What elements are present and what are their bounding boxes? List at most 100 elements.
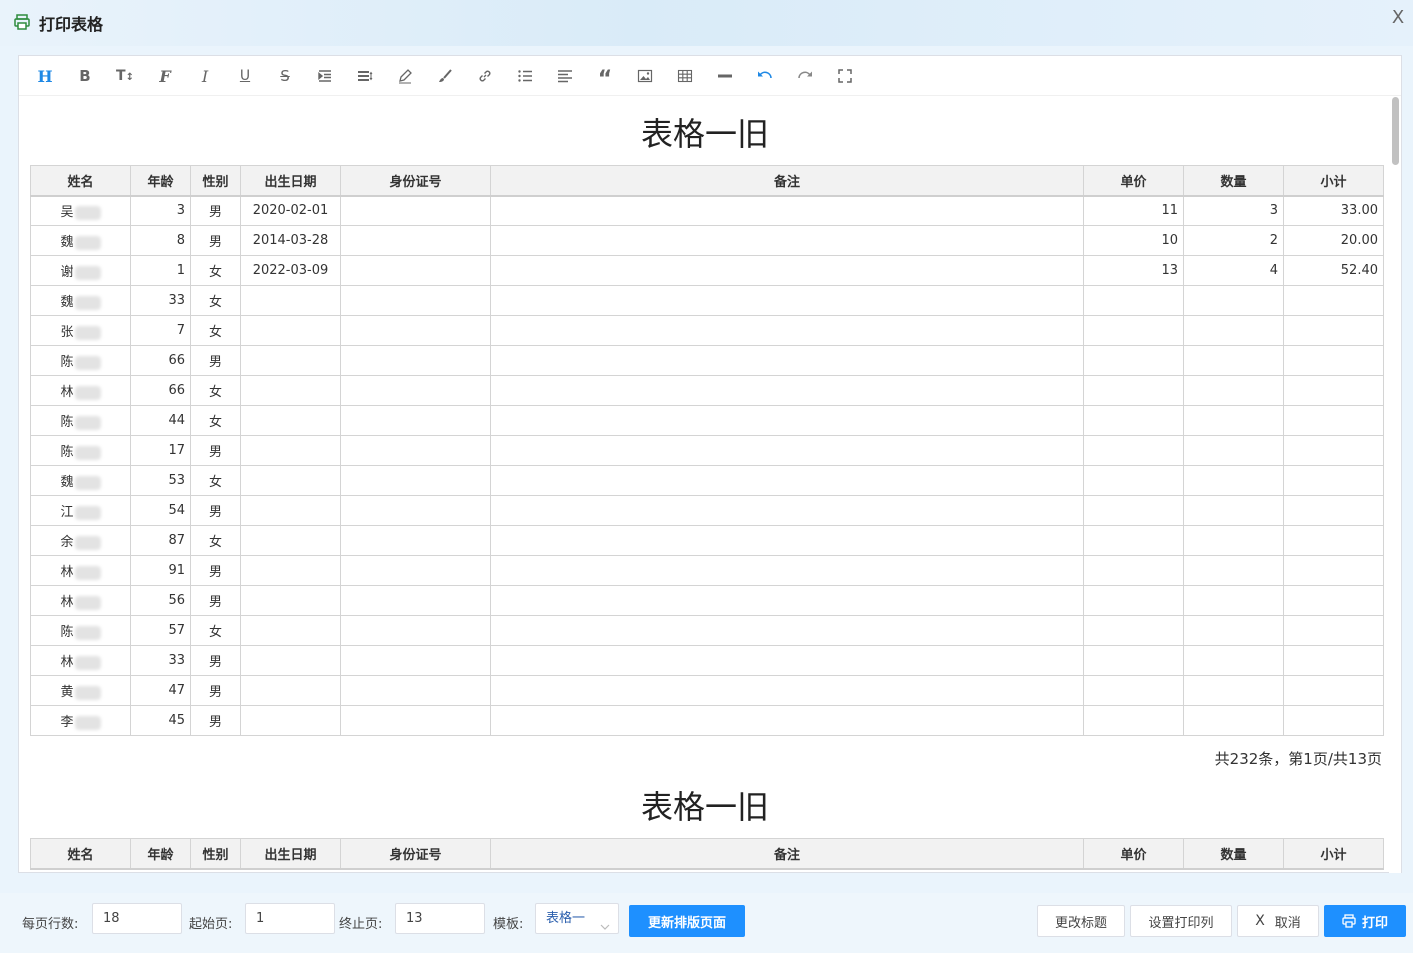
table-icon[interactable] [675,66,695,86]
cell-id [340,195,491,226]
cell-age: 17 [130,435,191,466]
link-icon[interactable] [475,66,495,86]
name-text: 陈 [60,445,74,460]
table-row: 李 45 男 [30,705,1384,736]
cell-dob: 2020-02-01 [240,195,341,226]
set-print-columns-button[interactable]: 设置打印列 [1130,905,1232,937]
cell-id [340,465,491,496]
print-button[interactable]: 打印 [1324,905,1406,937]
cell-dob [240,555,341,586]
rows-per-page-input[interactable]: 18 [92,903,182,934]
cell-dob: 2014-03-28 [240,225,341,256]
editor-content[interactable]: 表格一旧 姓名 年龄 性别 出生日期 身份证号 备注 单价 数量 小计 吴 3 男 2020-02-0… [19,97,1391,873]
name-text: 林 [60,595,74,610]
cancel-button[interactable]: X 取消 [1237,905,1319,937]
start-page-input[interactable]: 1 [245,903,335,934]
cell-note [490,375,1084,406]
column-header: 姓名 [30,165,131,197]
cell-note [490,225,1084,256]
indent-icon[interactable] [315,66,335,86]
cell-price [1083,495,1184,526]
align-icon[interactable] [555,66,575,86]
cell-qty: 4 [1183,255,1284,286]
undo-icon[interactable] [755,66,775,86]
name-text: 林 [60,565,74,580]
redo-icon[interactable] [795,66,815,86]
scrollbar-thumb[interactable] [1392,97,1399,165]
cell-note [490,525,1084,556]
cell-price [1083,615,1184,646]
name-text: 魏 [60,475,74,490]
start-page-label: 起始页: [189,917,233,932]
fullscreen-icon[interactable] [835,66,855,86]
cell-price [1083,435,1184,466]
cell-note [490,675,1084,706]
column-header: 身份证号 [340,838,491,870]
cell-qty [1183,705,1284,736]
template-select[interactable]: 表格一 [535,903,619,934]
font-color-icon[interactable] [395,66,415,86]
list-icon[interactable] [515,66,535,86]
editor-scrollbar[interactable] [1389,97,1401,873]
line-height-icon[interactable] [355,66,375,86]
template-label: 模板: [493,917,524,932]
cell-id [340,585,491,616]
rows-per-page-label: 每页行数: [22,917,79,932]
cell-id [340,405,491,436]
cell-qty: 2 [1183,225,1284,256]
cell-qty [1183,345,1284,376]
background-color-icon[interactable] [435,66,455,86]
quote-icon[interactable]: “ [595,66,615,91]
cell-name: 林 [30,585,131,616]
italic-icon[interactable]: I [195,66,215,86]
refresh-layout-button[interactable]: 更新排版页面 [629,905,745,937]
cell-age: 47 [130,675,191,706]
cell-qty [1183,615,1284,646]
underline-icon[interactable]: U [235,66,255,86]
strikethrough-icon[interactable]: S [275,66,295,86]
change-title-button[interactable]: 更改标题 [1037,905,1125,937]
heading-icon[interactable]: H [35,66,55,86]
end-page-input[interactable]: 13 [395,903,485,934]
cell-qty [1183,525,1284,556]
cell-name: 陈 [30,345,131,376]
cell-sex: 男 [190,555,241,586]
name-text: 林 [60,385,74,400]
cell-sex: 男 [190,195,241,226]
cell-price [1083,375,1184,406]
cell-name: 陈 [30,435,131,466]
cell-age: 66 [130,345,191,376]
cell-sex: 男 [190,435,241,466]
cell-age: 91 [130,555,191,586]
column-header: 年龄 [130,838,191,870]
image-icon[interactable] [635,66,655,86]
page2-title: 表格一旧 [640,788,769,826]
cell-sub [1283,495,1384,526]
redaction-blur [74,265,101,280]
name-text: 吴 [60,205,74,221]
cell-name: 魏 [30,225,131,256]
redaction-blur [74,445,101,460]
bold-icon[interactable]: B [75,66,95,86]
table-header-row: 姓名 年龄 性别 出生日期 身份证号 备注 单价 数量 小计 [30,165,1384,197]
redaction-blur [74,475,101,490]
cell-qty [1183,645,1284,676]
name-text: 张 [60,325,74,340]
cell-price [1083,285,1184,316]
cell-name: 陈 [30,405,131,436]
table-row: 江 54 男 [30,495,1384,526]
cell-sex: 男 [190,225,241,256]
font-family-icon[interactable]: F [155,66,175,86]
divider-icon[interactable] [715,66,735,86]
table-row: 黄 47 男 [30,675,1384,706]
font-size-icon[interactable]: T↕ [115,66,135,86]
table-row: 陈 57 女 [30,615,1384,646]
cell-sex: 男 [190,345,241,376]
redaction-blur [74,685,101,700]
cell-sub [1283,525,1384,556]
cell-sex: 男 [190,645,241,676]
close-icon[interactable]: X [1389,8,1407,28]
table-row: 林 66 女 [30,375,1384,406]
column-header: 数量 [1183,838,1284,870]
cell-age: 44 [130,405,191,436]
